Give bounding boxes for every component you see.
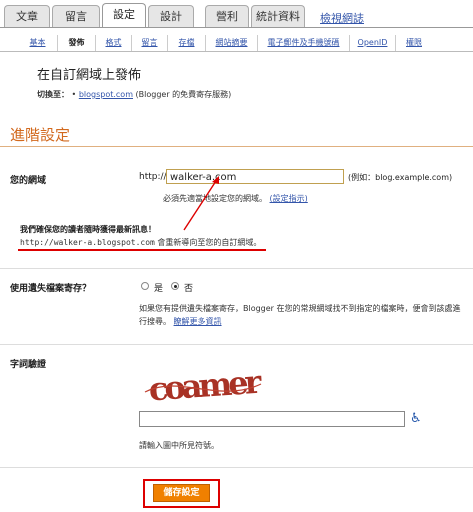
subtab-email-mobile[interactable]: 電子郵件及手機號碼	[258, 35, 350, 51]
switch-prefix: 切換至：	[37, 90, 69, 99]
tab-settings[interactable]: 設定	[102, 3, 146, 28]
domain-input[interactable]: walker-a.com	[166, 169, 344, 184]
wheelchair-icon[interactable]: ♿	[410, 411, 422, 426]
redirect-text: 會重新導向至您的自訂網域。	[157, 238, 262, 247]
bullet: •	[71, 90, 77, 99]
switch-suffix: (Blogger 的免費寄存服務)	[135, 90, 232, 99]
domain-label: 您的網域	[10, 176, 47, 186]
view-blog-link[interactable]: 檢視網誌	[320, 10, 364, 26]
divider-1	[0, 268, 473, 269]
missing-files-note: 如果您有提供遺失檔案寄存，Blogger 在您的常規網域找不到指定的檔案時，便會…	[139, 302, 464, 328]
blogspot-link[interactable]: blogspot.com	[79, 90, 133, 99]
redirect-line: http://walker-a.blogspot.com 會重新導向至您的自訂網…	[20, 237, 261, 248]
switch-line: 切換至： • blogspot.com (Blogger 的免費寄存服務)	[37, 89, 231, 100]
subtab-archiving[interactable]: 存檔	[168, 35, 206, 51]
missing-files-no-radio[interactable]	[171, 282, 179, 290]
tab-comments[interactable]: 留言	[52, 5, 100, 27]
subtab-bar: 基本 發佈 格式 留言 存檔 網站摘要 電子郵件及手機號碼 OpenID 權限	[0, 32, 473, 52]
section-title: 進階設定	[10, 126, 71, 144]
subtab-publishing[interactable]: 發佈	[58, 35, 96, 51]
save-settings-button[interactable]: 儲存設定	[153, 484, 210, 502]
svg-text:coamer: coamer	[148, 364, 264, 406]
captcha-note: 請輸入圖中所見符號。	[139, 441, 219, 450]
http-prefix: http://	[139, 172, 167, 182]
subtab-comments[interactable]: 留言	[132, 35, 168, 51]
top-tab-bar: 文章 留言 設定 設計 營利 統計資料 檢視網誌	[0, 0, 473, 28]
divider-3	[0, 467, 473, 468]
word-verification-label: 字詞驗證	[10, 360, 47, 370]
captcha-input[interactable]	[139, 411, 405, 427]
tab-posting[interactable]: 文章	[4, 5, 50, 27]
ensure-message: 我們確保您的讀者隨時獲得最新訊息！	[20, 225, 156, 234]
subtab-basic[interactable]: 基本	[18, 35, 58, 51]
section-divider	[0, 146, 473, 147]
redirect-url: http://walker-a.blogspot.com	[20, 238, 155, 247]
learn-more-link[interactable]: 瞭解更多資訊	[174, 317, 222, 326]
captcha-image: coamer	[139, 363, 266, 408]
tab-divider	[0, 27, 473, 28]
domain-note-text: 必須先適當地設定您的網域。	[163, 194, 267, 203]
missing-files-yes-radio[interactable]	[141, 282, 149, 290]
missing-files-label: 使用遺失檔案寄存？	[10, 284, 92, 294]
divider-2	[0, 344, 473, 345]
missing-files-no-label: 否	[184, 284, 194, 294]
tab-monetize[interactable]: 營利	[205, 5, 249, 27]
page-title: 在自訂網域上發佈	[37, 68, 142, 83]
subtab-openid[interactable]: OpenID	[350, 35, 396, 51]
domain-example: (例如：blog.example.com)	[348, 173, 453, 182]
subtab-divider	[0, 51, 473, 52]
domain-note: 必須先適當地設定您的網域。 (設定指示)	[163, 193, 308, 204]
tab-stats[interactable]: 統計資料	[251, 5, 305, 27]
tab-design[interactable]: 設計	[148, 5, 194, 27]
red-underline	[18, 249, 266, 251]
subtab-formatting[interactable]: 格式	[96, 35, 132, 51]
setup-instructions-link[interactable]: (設定指示)	[270, 194, 308, 203]
missing-files-yes-label: 是	[154, 284, 164, 294]
subtab-permissions[interactable]: 權限	[396, 35, 432, 51]
subtab-site-feed[interactable]: 網站摘要	[206, 35, 258, 51]
